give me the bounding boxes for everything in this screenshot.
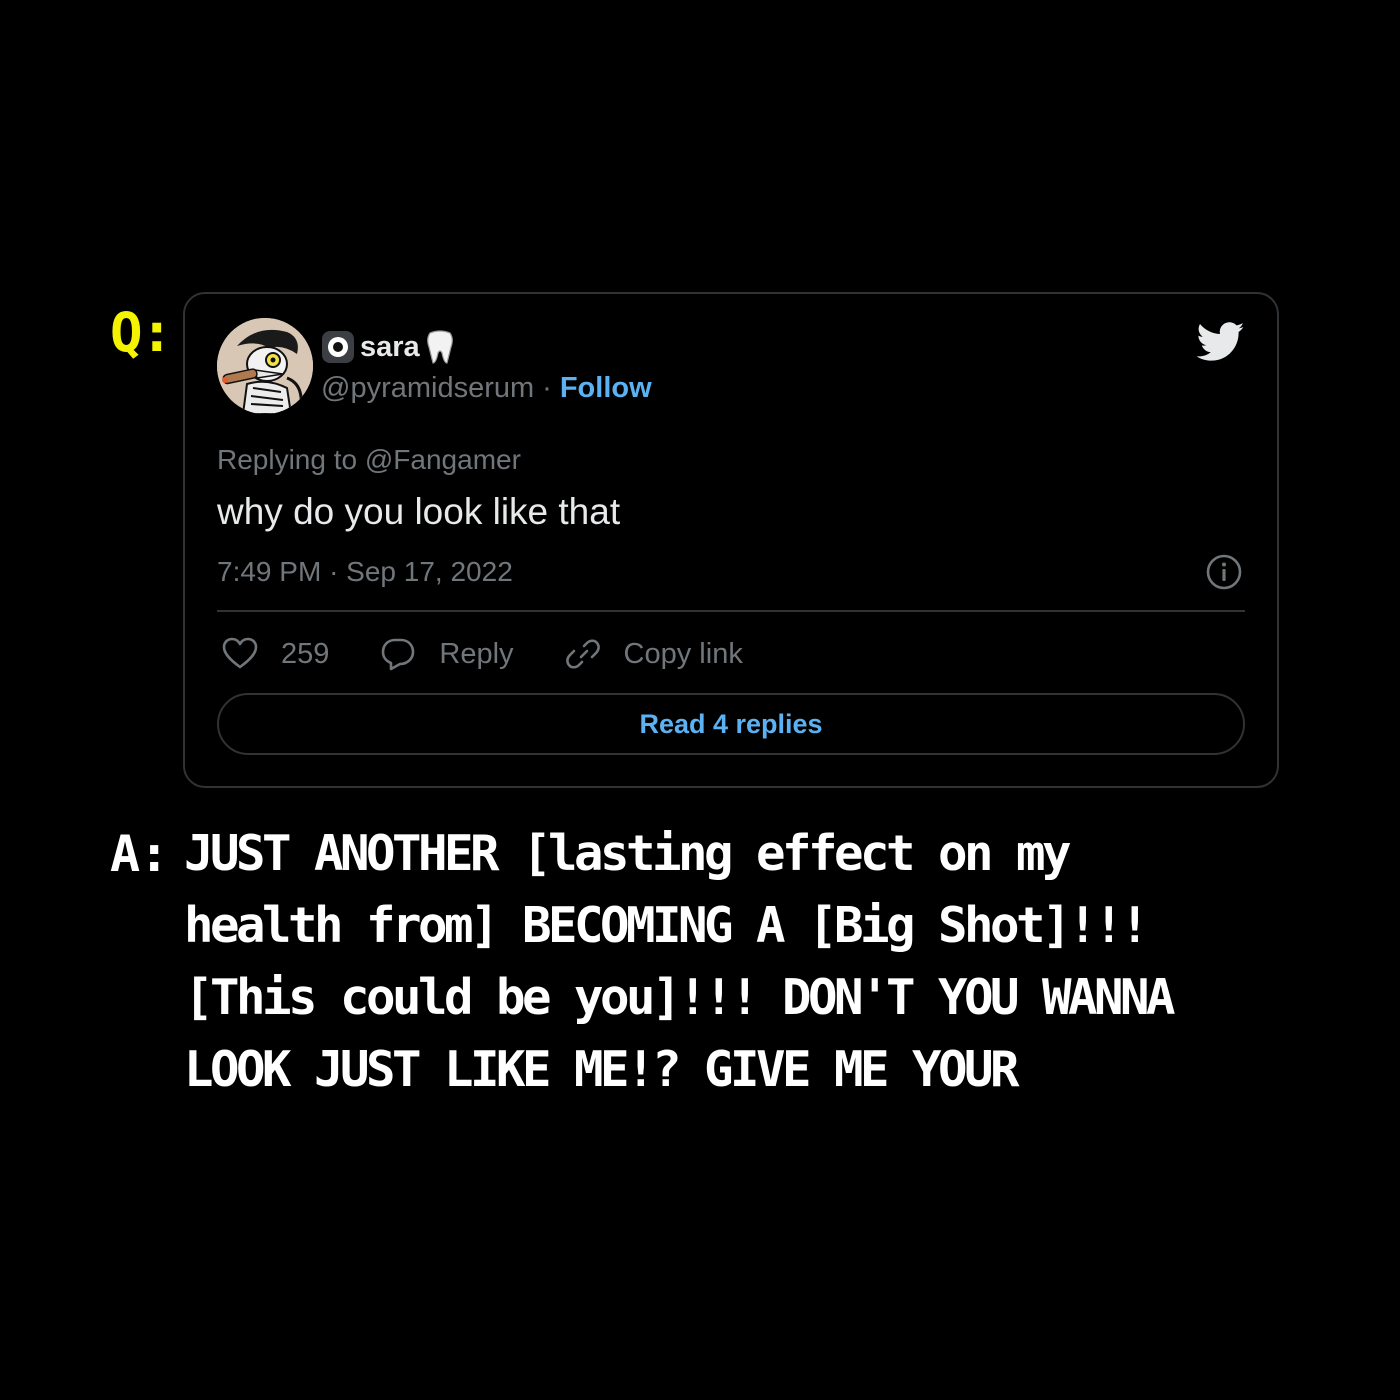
reply-bubble-icon xyxy=(382,638,415,671)
answer-text: JUST ANOTHER [lasting effect on my healt… xyxy=(184,818,1294,1106)
answer-line: health from] BECOMING A [Big Shot]!!! xyxy=(184,897,1150,954)
tooth-icon xyxy=(426,330,453,364)
tweet-date: Sep 17, 2022 xyxy=(346,556,513,587)
tweet-card: sara @pyramidserum · Follow Replying to … xyxy=(183,292,1279,788)
eye-icon xyxy=(322,331,354,363)
replying-to: Replying to @Fangamer xyxy=(217,442,521,478)
tweet-time: 7:49 PM xyxy=(217,556,322,587)
tweet-author: sara @pyramidserum · Follow xyxy=(321,327,652,409)
replying-prefix: Replying to xyxy=(217,444,358,475)
question-label: Q: xyxy=(110,301,173,364)
answer-line: JUST ANOTHER [lasting effect on my xyxy=(184,825,1072,882)
like-count: 259 xyxy=(281,637,330,670)
heart-icon xyxy=(222,637,258,669)
info-icon[interactable] xyxy=(1205,553,1243,591)
reply-label: Reply xyxy=(439,637,514,670)
twitter-bird-icon[interactable] xyxy=(1197,322,1245,362)
avatar[interactable] xyxy=(217,318,313,414)
answer-label: A: xyxy=(110,825,169,883)
answer-line: [This could be you]!!! DON'T YOU WANNA xyxy=(184,969,1176,1026)
separator-dot: · xyxy=(542,371,552,404)
like-button[interactable]: 259 xyxy=(221,635,329,673)
handle-row: @pyramidserum · Follow xyxy=(321,367,652,409)
display-name[interactable]: sara xyxy=(360,327,420,367)
user-handle[interactable]: @pyramidserum xyxy=(321,372,534,405)
tweet-actions: 259 Reply Copy link xyxy=(221,634,793,674)
avatar-illustration xyxy=(217,318,313,414)
reply-button[interactable]: Reply xyxy=(379,635,514,673)
tweet-timestamp[interactable]: 7:49 PM · Sep 17, 2022 xyxy=(217,554,513,590)
replying-to-handle[interactable]: @Fangamer xyxy=(365,444,521,475)
copy-link-button[interactable]: Copy link xyxy=(564,635,743,673)
timestamp-separator: · xyxy=(329,556,339,587)
follow-button[interactable]: Follow xyxy=(560,372,652,405)
name-row: sara xyxy=(321,327,652,367)
copy-link-label: Copy link xyxy=(623,637,743,670)
answer-line: LOOK JUST LIKE ME!? GIVE ME YOUR xyxy=(184,1041,1020,1098)
read-replies-button[interactable]: Read 4 replies xyxy=(217,693,1245,755)
tweet-text: why do you look like that xyxy=(217,491,621,532)
link-icon xyxy=(565,639,600,669)
divider xyxy=(217,610,1245,612)
